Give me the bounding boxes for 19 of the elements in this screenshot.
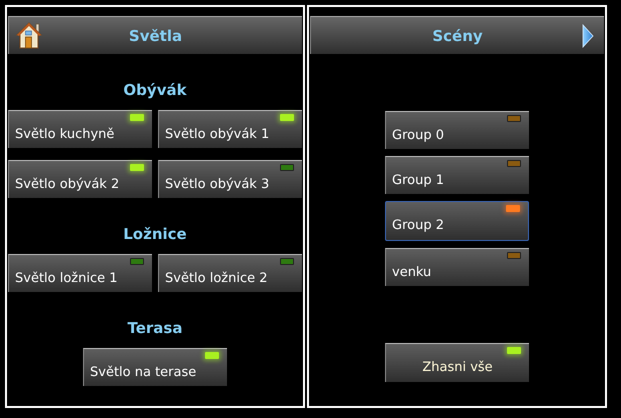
all-off-button[interactable]: Zhasni vše bbox=[385, 343, 529, 382]
house-icon[interactable] bbox=[16, 21, 42, 49]
panel-title: Světla bbox=[128, 26, 182, 44]
panel-title: Scény bbox=[432, 26, 483, 44]
light-switch-button[interactable]: Světlo obývák 1 bbox=[158, 110, 302, 148]
scene-button[interactable]: Group 1 bbox=[385, 156, 529, 194]
light-switch-button[interactable]: Světlo ložnice 2 bbox=[158, 254, 302, 292]
room-heading: Obývák bbox=[123, 80, 187, 100]
light-switch-button[interactable]: Světlo kuchyně bbox=[8, 110, 152, 148]
light-switch-button[interactable]: Světlo obývák 3 bbox=[158, 160, 302, 198]
scene-button[interactable]: Group 2 bbox=[385, 201, 529, 241]
light-switch-button[interactable]: Světlo ložnice 1 bbox=[8, 254, 152, 292]
room-heading: Terasa bbox=[128, 318, 182, 338]
scene-button[interactable]: Group 0 bbox=[385, 111, 529, 149]
next-arrow-icon[interactable] bbox=[582, 24, 594, 48]
scene-button[interactable]: venku bbox=[385, 248, 529, 286]
room-heading: Ložnice bbox=[123, 224, 187, 244]
light-switch-button[interactable]: Světlo na terase bbox=[83, 348, 227, 386]
light-switch-button[interactable]: Světlo obývák 2 bbox=[8, 160, 152, 198]
